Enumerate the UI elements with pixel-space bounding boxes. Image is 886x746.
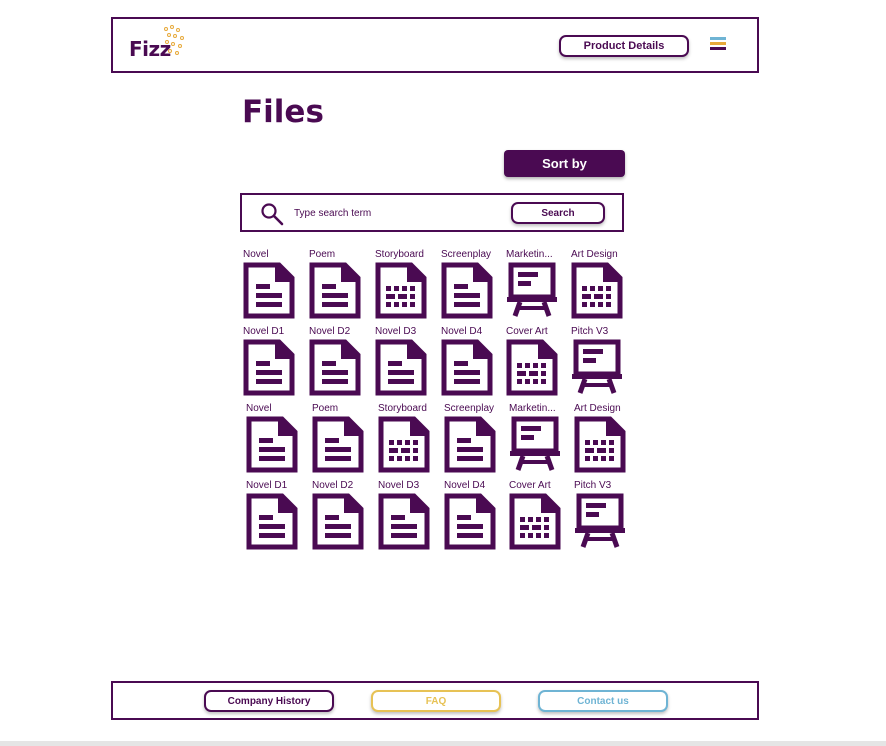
faq-button[interactable]: FAQ [371, 690, 501, 712]
file-label: Novel D2 [312, 480, 354, 491]
grid-document-icon [509, 493, 561, 550]
file-item[interactable]: Novel D2 [312, 480, 374, 556]
window-bottom-edge [0, 741, 886, 746]
contact-us-button[interactable]: Contact us [538, 690, 668, 712]
file-label: Marketin... [509, 403, 556, 414]
grid-document-icon [506, 339, 558, 396]
document-icon [441, 339, 493, 396]
presentation-board-icon [506, 262, 558, 319]
file-item[interactable]: Novel D4 [441, 326, 503, 402]
file-label: Poem [309, 249, 336, 260]
file-label: Novel [246, 403, 272, 414]
document-icon [312, 493, 364, 550]
document-icon [246, 493, 298, 550]
document-icon [243, 339, 295, 396]
presentation-board-icon [509, 416, 561, 473]
file-label: Novel D1 [243, 326, 285, 337]
file-label: Marketin... [506, 249, 553, 260]
file-item[interactable]: Novel D3 [378, 480, 440, 556]
file-label: Novel D2 [309, 326, 351, 337]
company-history-button[interactable]: Company History [204, 690, 334, 712]
sort-by-button[interactable]: Sort by [504, 150, 625, 177]
file-item[interactable]: Storyboard [378, 403, 440, 479]
file-item[interactable]: Novel D1 [246, 480, 308, 556]
file-label: Storyboard [375, 249, 424, 260]
file-label: Poem [312, 403, 339, 414]
file-item[interactable]: Poem [309, 249, 371, 325]
file-item[interactable]: Pitch V3 [571, 326, 633, 402]
file-label: Novel D1 [246, 480, 288, 491]
site-header: Fizz Product Details [111, 17, 759, 73]
page-title: Files [242, 94, 324, 130]
file-item[interactable]: Cover Art [506, 326, 568, 402]
file-item[interactable]: Marketin... [509, 403, 571, 479]
document-icon [309, 339, 361, 396]
file-label: Novel [243, 249, 269, 260]
presentation-board-icon [574, 493, 626, 550]
file-label: Novel D4 [441, 326, 483, 337]
file-label: Pitch V3 [571, 326, 609, 337]
file-item[interactable]: Novel [243, 249, 305, 325]
grid-document-icon [375, 262, 427, 319]
file-item[interactable]: Novel D2 [309, 326, 371, 402]
site-footer: Company History FAQ Contact us [111, 681, 759, 720]
sparkle-icon [164, 25, 184, 55]
document-icon [444, 416, 496, 473]
document-icon [309, 262, 361, 319]
file-item[interactable]: Poem [312, 403, 374, 479]
file-item[interactable]: Storyboard [375, 249, 437, 325]
file-label: Art Design [571, 249, 618, 260]
file-item[interactable]: Novel [246, 403, 308, 479]
search-bar: Search [240, 193, 624, 232]
file-label: Novel D3 [375, 326, 417, 337]
file-item[interactable]: Marketin... [506, 249, 568, 325]
search-button[interactable]: Search [511, 202, 605, 224]
file-label: Art Design [574, 403, 621, 414]
document-icon [246, 416, 298, 473]
file-item[interactable]: Screenplay [441, 249, 503, 325]
product-details-button[interactable]: Product Details [559, 35, 689, 57]
file-item[interactable]: Novel D1 [243, 326, 305, 402]
file-label: Cover Art [509, 480, 551, 491]
file-item[interactable]: Cover Art [509, 480, 571, 556]
document-icon [375, 339, 427, 396]
document-icon [444, 493, 496, 550]
document-icon [243, 262, 295, 319]
file-label: Screenplay [441, 249, 492, 260]
file-item[interactable]: Screenplay [444, 403, 506, 479]
grid-document-icon [574, 416, 626, 473]
file-label: Storyboard [378, 403, 427, 414]
hamburger-menu-icon[interactable] [710, 37, 726, 53]
grid-document-icon [378, 416, 430, 473]
file-item[interactable]: Novel D4 [444, 480, 506, 556]
document-icon [378, 493, 430, 550]
grid-document-icon [571, 262, 623, 319]
search-icon[interactable] [260, 202, 284, 226]
file-item[interactable]: Novel D3 [375, 326, 437, 402]
document-icon [312, 416, 364, 473]
file-label: Novel D4 [444, 480, 486, 491]
file-label: Pitch V3 [574, 480, 612, 491]
file-label: Novel D3 [378, 480, 420, 491]
document-icon [441, 262, 493, 319]
file-label: Screenplay [444, 403, 495, 414]
file-label: Cover Art [506, 326, 548, 337]
presentation-board-icon [571, 339, 623, 396]
file-item[interactable]: Pitch V3 [574, 480, 636, 556]
search-input[interactable] [294, 204, 494, 222]
file-item[interactable]: Art Design [571, 249, 633, 325]
file-item[interactable]: Art Design [574, 403, 636, 479]
